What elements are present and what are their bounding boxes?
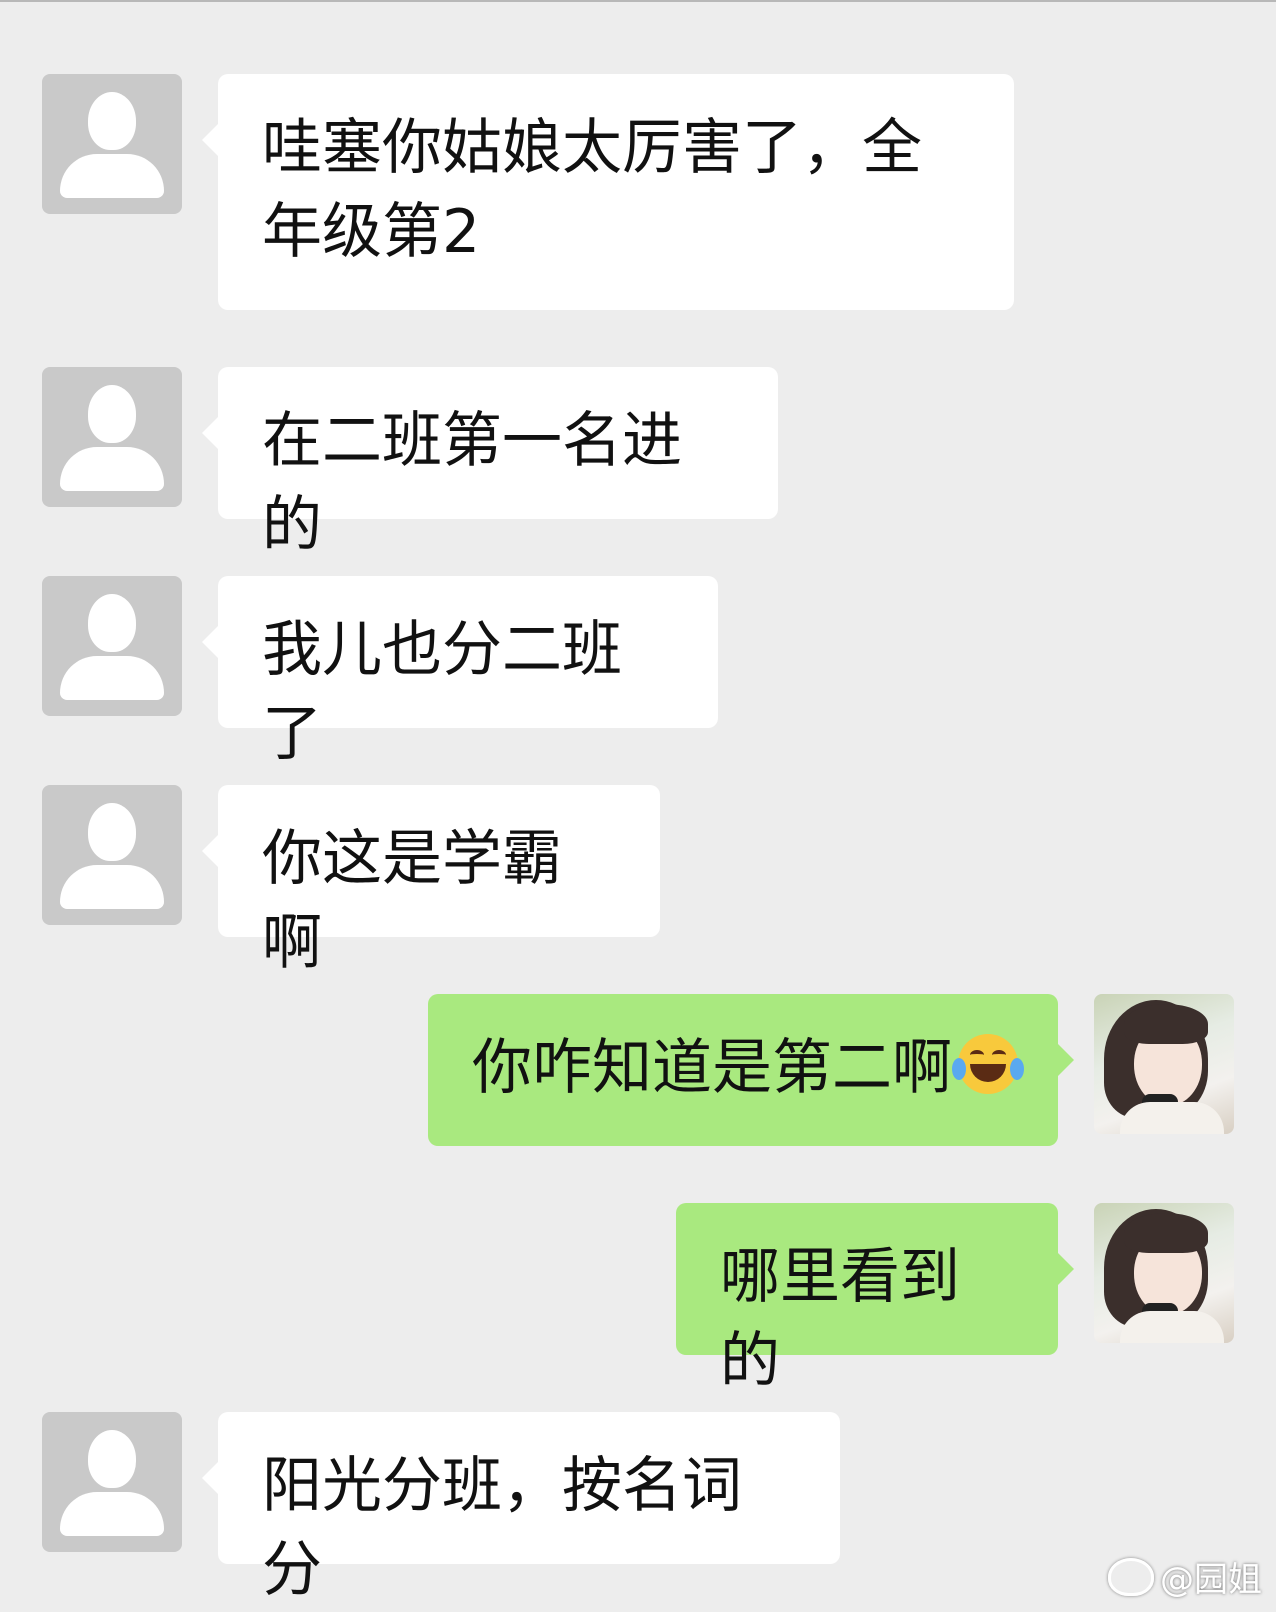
watermark-text: @园姐: [1160, 1560, 1262, 1600]
default-avatar-icon[interactable]: [42, 1412, 182, 1552]
default-avatar-icon[interactable]: [42, 576, 182, 716]
chat-message-incoming: 在二班第一名进的: [42, 367, 778, 560]
message-text: 哇塞你姑娘太厉害了，全年级第2: [262, 113, 922, 267]
message-text: 在二班第一名进的: [262, 406, 682, 560]
chat-message-incoming: 哇塞你姑娘太厉害了，全年级第2: [42, 74, 1014, 310]
top-divider: [0, 0, 1276, 2]
tears-of-joy-emoji-icon: [952, 1032, 1024, 1096]
message-bubble[interactable]: 我儿也分二班了: [202, 576, 718, 769]
default-avatar-icon[interactable]: [42, 74, 182, 214]
user-photo-avatar[interactable]: [1094, 1203, 1234, 1343]
message-text: 我儿也分二班了: [262, 615, 622, 769]
message-text: 你咋知道是第二啊: [472, 1033, 952, 1103]
message-bubble[interactable]: 你这是学霸啊: [202, 785, 660, 978]
message-bubble[interactable]: 你咋知道是第二啊: [428, 994, 1074, 1146]
chat-message-incoming: 你这是学霸啊: [42, 785, 660, 978]
message-bubble[interactable]: 哪里看到的: [676, 1203, 1074, 1396]
message-text: 阳光分班，按名词分: [262, 1451, 742, 1605]
chat-message-outgoing: 哪里看到的: [676, 1203, 1234, 1396]
message-bubble[interactable]: 阳光分班，按名词分: [202, 1412, 840, 1605]
message-text: 你这是学霸啊: [262, 824, 562, 978]
default-avatar-icon[interactable]: [42, 367, 182, 507]
chat-message-outgoing: 你咋知道是第二啊: [428, 994, 1234, 1146]
chat-message-incoming: 阳光分班，按名词分: [42, 1412, 840, 1605]
default-avatar-icon[interactable]: [42, 785, 182, 925]
weibo-icon: [1108, 1557, 1154, 1596]
message-bubble[interactable]: 在二班第一名进的: [202, 367, 778, 560]
weibo-watermark: @园姐: [1108, 1552, 1262, 1601]
user-photo-avatar[interactable]: [1094, 994, 1234, 1134]
message-text: 哪里看到的: [720, 1242, 960, 1396]
message-bubble[interactable]: 哇塞你姑娘太厉害了，全年级第2: [202, 74, 1014, 310]
chat-message-incoming: 我儿也分二班了: [42, 576, 718, 769]
